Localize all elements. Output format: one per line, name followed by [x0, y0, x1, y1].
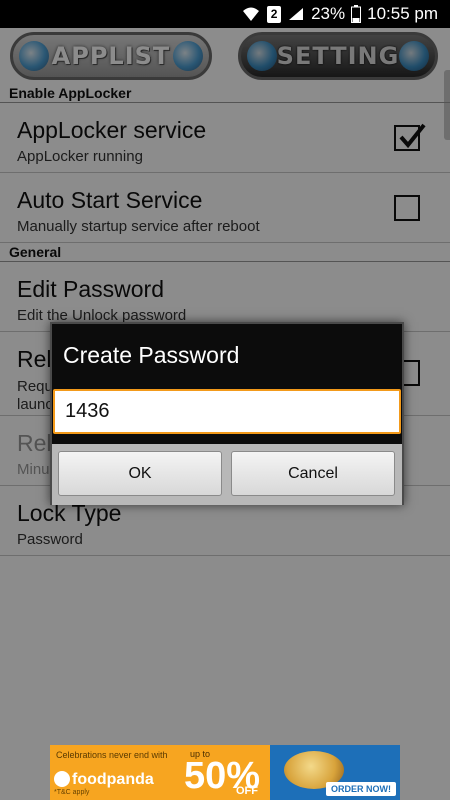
ad-cta-button[interactable]: ORDER NOW! — [326, 782, 396, 796]
ad-off: OFF — [236, 785, 258, 797]
ok-button[interactable]: OK — [58, 451, 222, 496]
ad-brand: foodpanda — [72, 771, 154, 788]
battery-icon — [351, 5, 362, 23]
ad-offer-panel: up to 50% OFF — [180, 745, 270, 800]
sim-slot-icon: 2 — [267, 5, 282, 23]
status-bar: 2 23% 10:55 pm — [0, 0, 450, 28]
dialog-button-bar: OK Cancel — [52, 444, 402, 505]
cancel-button[interactable]: Cancel — [231, 451, 395, 496]
signal-icon — [287, 6, 305, 22]
password-input[interactable]: 1436 — [53, 389, 401, 434]
ad-image-panel: ORDER NOW! — [270, 745, 400, 800]
create-password-dialog: Create Password 1436 OK Cancel — [50, 322, 404, 505]
ad-terms: *T&C apply — [54, 789, 90, 796]
sim-number: 2 — [267, 5, 282, 23]
password-input-value: 1436 — [65, 400, 110, 422]
dialog-title: Create Password — [63, 342, 240, 368]
wifi-icon — [241, 6, 261, 22]
dialog-input-area: 1436 — [52, 386, 402, 442]
ad-brand-panel: Celebrations never end with foodpanda *T… — [50, 745, 180, 800]
ad-tagline: Celebrations never end with — [56, 750, 168, 760]
ad-banner[interactable]: Celebrations never end with foodpanda *T… — [50, 745, 400, 800]
battery-percent: 23% — [311, 4, 346, 23]
foodpanda-logo-icon — [54, 771, 70, 787]
clock: 10:55 pm — [367, 4, 438, 23]
